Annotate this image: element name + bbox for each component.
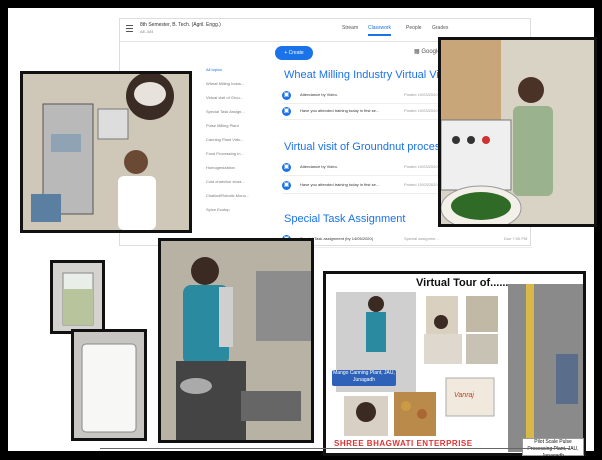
- row-date: Posted 10/03/2020: [404, 164, 438, 169]
- virtual-tour-photos: [336, 284, 583, 452]
- row-title: Have you attended training today in firs…: [300, 182, 380, 187]
- tab-classwork[interactable]: Classwork: [368, 25, 392, 36]
- water-glass-photo: [50, 260, 105, 334]
- row-title: Attendance by Video.: [300, 92, 338, 97]
- sidebar-item[interactable]: Food Processing In...: [206, 151, 244, 156]
- calendar-link[interactable]: ▦ Google: [414, 48, 441, 55]
- lab-scene: [23, 74, 189, 230]
- sidebar-item[interactable]: Spice Ecotop: [206, 207, 230, 212]
- create-button[interactable]: + Create: [275, 46, 313, 60]
- topic-heading: Wheat Milling Industry Virtual Visit: [284, 69, 450, 81]
- lab-photo: [20, 71, 192, 233]
- tab-people[interactable]: People: [406, 25, 422, 31]
- course-subtitle: AE-444: [140, 29, 154, 34]
- vanraj-logo: Vanraj: [454, 392, 474, 399]
- sidebar-item[interactable]: Virtual visit of Grou...: [206, 95, 243, 100]
- sidebar-item[interactable]: Chatbot/Robotic Mono...: [206, 193, 249, 198]
- row-date: Posted 10/03/2020: [404, 92, 438, 97]
- divider-line: [100, 448, 570, 449]
- student-photo: [158, 238, 314, 443]
- calendar-icon: ▦: [414, 49, 420, 55]
- menu-icon[interactable]: [126, 25, 133, 32]
- student-scene: [161, 241, 311, 440]
- sidebar-item[interactable]: Cold chain/Ice stora...: [206, 179, 245, 184]
- assignment-icon: ▣: [282, 91, 291, 100]
- row-date: Posted 10/03/2020: [404, 108, 438, 113]
- course-title: 8th Semester, B. Tech. (Agril. Engg.): [140, 22, 221, 28]
- assignment-icon: ▣: [282, 163, 291, 172]
- row-title: Have you attended training today in firs…: [300, 108, 380, 113]
- create-label: Create: [288, 50, 304, 56]
- tab-grades[interactable]: Grades: [432, 25, 448, 31]
- collage-frame: 8th Semester, B. Tech. (Agril. Engg.) AE…: [8, 8, 597, 459]
- row-due: Due 7:00 PM: [504, 236, 528, 241]
- pulse-plant-caption: Pilot Scale Pulse Processing Plant, JAU,…: [522, 438, 584, 459]
- brand-text: SHREE BHAGWATI ENTERPRISE: [334, 439, 473, 448]
- sidebar-item[interactable]: Pulse Milling Plant: [206, 123, 239, 128]
- instructor-photo: [438, 37, 597, 227]
- sidebar-item[interactable]: All topics: [206, 67, 222, 72]
- milk-glass: [74, 332, 144, 438]
- virtual-tour-collage: Virtual Tour of...... Mango Canning Plan…: [323, 271, 586, 459]
- water-glass: [53, 263, 102, 331]
- mango-plant-caption: Mango Canning Plant, JAU, Junagadh: [332, 370, 396, 386]
- row-date: Posted 10/03/2020: [404, 182, 438, 187]
- row-date: Special assignme...: [404, 236, 439, 241]
- assignment-icon: ▣: [282, 107, 291, 116]
- sidebar-item[interactable]: Canning Plant Virtu...: [206, 137, 244, 142]
- sidebar-item[interactable]: Homogenization: [206, 165, 235, 170]
- sidebar-item[interactable]: Wheat Milling Indus...: [206, 81, 244, 86]
- instructor-scene: [441, 40, 594, 224]
- assignment-icon: ▣: [282, 181, 291, 190]
- row-title: Attendance by Video.: [300, 164, 338, 169]
- tab-stream[interactable]: Stream: [342, 25, 358, 31]
- sidebar-item[interactable]: Special Task Assign...: [206, 109, 245, 114]
- milk-glass-photo: [71, 329, 147, 441]
- topic-heading: Virtual visit of Groundnut processi: [284, 141, 449, 153]
- topic-heading: Special Task Assignment: [284, 213, 406, 225]
- classwork-row[interactable]: ▣ Special Task assignment (by 14/05/2020…: [282, 233, 532, 248]
